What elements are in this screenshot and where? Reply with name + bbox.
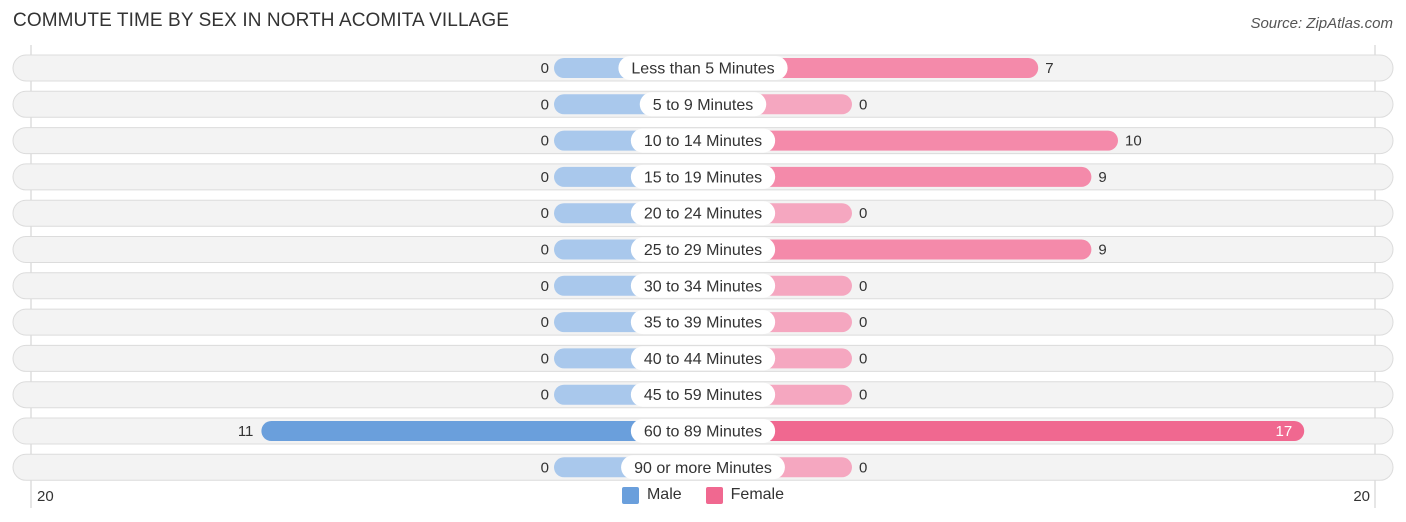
female-value-label: 17	[1276, 423, 1293, 440]
bar-row: 0 0 45 to 59 Minutes	[12, 381, 1394, 409]
bar-row: 0 9 25 to 29 Minutes	[12, 236, 1394, 263]
bar-row: 0 0 90 or more Minutes	[12, 453, 1394, 481]
category-label: 25 to 29 Minutes	[644, 242, 762, 259]
legend-item-female[interactable]: Female	[705, 486, 785, 504]
bar-row: 0 0 35 to 39 Minutes	[12, 308, 1394, 336]
bar-row: 0 0 40 to 44 Minutes	[12, 344, 1394, 372]
male-value-label: 11	[238, 423, 254, 440]
legend-label-female: Female	[730, 486, 785, 503]
female-value-label: 0	[859, 278, 867, 295]
chart-area: 0 7 Less than 5 Minutes 0 0 5 to 9 Minutes 0 10…	[12, 45, 1394, 508]
bar-row: 0 9 15 to 19 Minutes	[12, 163, 1394, 191]
male-value-label: 0	[541, 278, 549, 295]
category-label: 30 to 34 Minutes	[644, 278, 762, 295]
female-value-label: 0	[859, 350, 867, 367]
male-value-label: 0	[541, 205, 549, 222]
category-label: 5 to 9 Minutes	[653, 97, 754, 114]
female-value-label: 7	[1045, 60, 1053, 77]
legend-label-male: Male	[646, 486, 682, 503]
category-label: 10 to 14 Minutes	[644, 133, 762, 150]
bar-row: 0 0 20 to 24 Minutes	[12, 199, 1394, 227]
category-label: 90 or more Minutes	[634, 460, 772, 477]
legend-swatch-female	[705, 486, 723, 504]
bar-row: 0 0 30 to 34 Minutes	[12, 272, 1394, 300]
female-value-label: 0	[859, 205, 867, 222]
bar-row: 0 0 5 to 9 Minutes	[12, 90, 1394, 118]
bar-row: 0 10 10 to 14 Minutes	[12, 127, 1394, 155]
female-value-label: 0	[859, 387, 867, 404]
legend-swatch-male	[621, 486, 639, 504]
legend: Male Female	[0, 486, 1406, 504]
female-value-label: 9	[1098, 169, 1106, 186]
category-label: 60 to 89 Minutes	[644, 424, 762, 441]
category-label: 45 to 59 Minutes	[644, 387, 762, 404]
male-value-label: 0	[541, 133, 549, 150]
legend-item-male[interactable]: Male	[621, 486, 682, 504]
male-value-label: 0	[541, 242, 549, 259]
category-label: 20 to 24 Minutes	[644, 206, 762, 223]
male-value-label: 0	[541, 459, 549, 476]
male-value-label: 0	[541, 169, 549, 186]
male-value-label: 0	[541, 60, 549, 77]
male-value-label: 0	[541, 96, 549, 113]
male-value-label: 0	[541, 387, 549, 404]
male-value-label: 0	[541, 314, 549, 331]
bar-row: 0 7 Less than 5 Minutes	[12, 54, 1394, 82]
female-value-label: 0	[859, 314, 867, 331]
category-label: 35 to 39 Minutes	[644, 315, 762, 332]
female-value-label: 0	[859, 96, 867, 113]
female-bar	[703, 421, 1305, 441]
female-value-label: 9	[1098, 242, 1106, 259]
bar-row: 11 17 60 to 89 Minutes	[12, 417, 1394, 445]
female-value-label: 0	[859, 459, 867, 476]
category-label: Less than 5 Minutes	[631, 61, 774, 78]
male-value-label: 0	[541, 350, 549, 367]
category-label: 40 to 44 Minutes	[644, 351, 762, 368]
female-value-label: 10	[1125, 133, 1142, 150]
category-label: 15 to 19 Minutes	[644, 169, 762, 186]
